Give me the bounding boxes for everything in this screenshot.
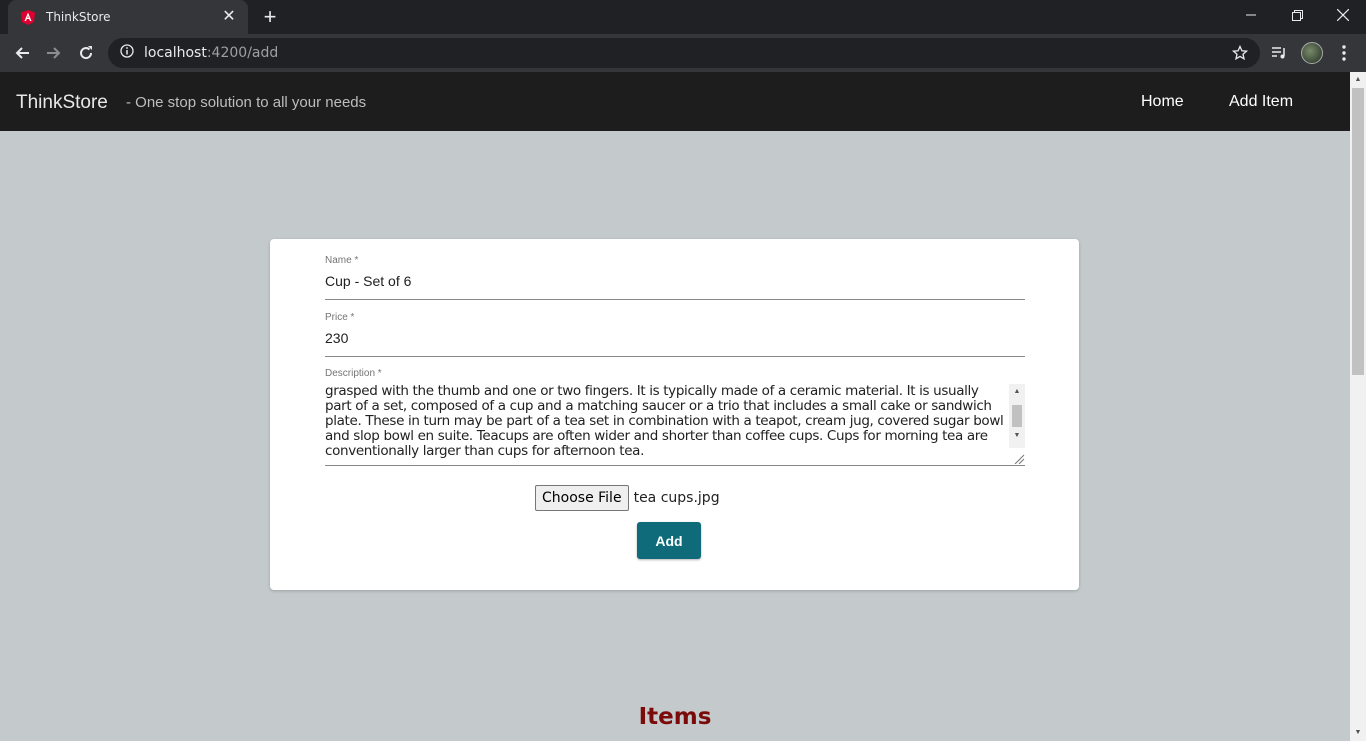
url-host: localhost: [144, 45, 207, 61]
app-navbar: ThinkStore - One stop solution to all yo…: [0, 72, 1350, 131]
scroll-down-icon[interactable]: ▼: [1009, 428, 1025, 444]
tab-title: ThinkStore: [46, 10, 111, 24]
file-upload: Choose File tea cups.jpg: [535, 485, 720, 511]
restore-icon[interactable]: [1274, 0, 1320, 30]
page-scrollbar[interactable]: ▲ ▼: [1350, 72, 1366, 741]
page-scroll-thumb[interactable]: [1352, 88, 1364, 375]
description-textarea[interactable]: grasped with the thumb and one or two fi…: [325, 384, 1025, 466]
url-text: localhost:4200/add: [144, 45, 278, 61]
info-icon[interactable]: [120, 43, 134, 63]
description-label: Description *: [325, 368, 382, 379]
close-tab-icon[interactable]: ✕: [220, 8, 238, 26]
forward-icon[interactable]: [40, 39, 68, 67]
reload-icon[interactable]: [72, 39, 100, 67]
textarea-scrollbar[interactable]: ▲ ▼: [1009, 384, 1025, 448]
nav-link-home[interactable]: Home: [1141, 93, 1184, 111]
page-scroll-down-icon[interactable]: ▼: [1350, 725, 1366, 741]
price-label: Price *: [325, 312, 355, 323]
add-item-form-card: Name * Cup - Set of 6 Price * 230 Descri…: [270, 239, 1079, 590]
menu-kebab-icon[interactable]: [1330, 39, 1358, 67]
angular-icon: [20, 9, 36, 25]
avatar: [1301, 42, 1323, 64]
page-scroll-up-icon[interactable]: ▲: [1350, 72, 1366, 88]
name-label: Name *: [325, 255, 359, 266]
app-viewport: ThinkStore - One stop solution to all yo…: [0, 72, 1350, 741]
price-input[interactable]: 230: [325, 330, 1025, 357]
new-tab-icon[interactable]: +: [258, 5, 282, 29]
profile-avatar[interactable]: [1298, 39, 1326, 67]
file-name: tea cups.jpg: [633, 490, 720, 506]
choose-file-button[interactable]: Choose File: [535, 485, 629, 511]
description-field[interactable]: Description * grasped with the thumb and…: [325, 368, 1025, 466]
media-queue-icon[interactable]: [1265, 39, 1293, 67]
name-input[interactable]: Cup - Set of 6: [325, 273, 1025, 300]
url-path: :4200/add: [206, 45, 279, 61]
tagline: - One stop solution to all your needs: [126, 94, 367, 111]
name-field[interactable]: Name * Cup - Set of 6: [325, 255, 1025, 300]
add-button[interactable]: Add: [637, 522, 701, 559]
description-text[interactable]: grasped with the thumb and one or two fi…: [325, 384, 1025, 462]
scroll-thumb[interactable]: [1012, 405, 1022, 427]
price-field[interactable]: Price * 230: [325, 312, 1025, 357]
browser-toolbar: localhost:4200/add: [0, 34, 1366, 72]
close-window-icon[interactable]: [1320, 0, 1366, 30]
brand-logo-text[interactable]: ThinkStore: [16, 92, 108, 114]
resize-grip-icon[interactable]: [1011, 451, 1025, 465]
items-heading: Items: [638, 704, 712, 730]
scroll-up-icon[interactable]: ▲: [1009, 384, 1025, 400]
back-icon[interactable]: [8, 39, 36, 67]
browser-tabstrip: ThinkStore ✕ +: [0, 0, 1366, 34]
browser-tab[interactable]: ThinkStore ✕: [8, 0, 248, 34]
address-bar[interactable]: localhost:4200/add: [108, 38, 1260, 68]
minimize-icon[interactable]: [1228, 0, 1274, 30]
bookmark-star-icon[interactable]: [1231, 44, 1249, 66]
nav-link-add-item[interactable]: Add Item: [1229, 93, 1293, 111]
